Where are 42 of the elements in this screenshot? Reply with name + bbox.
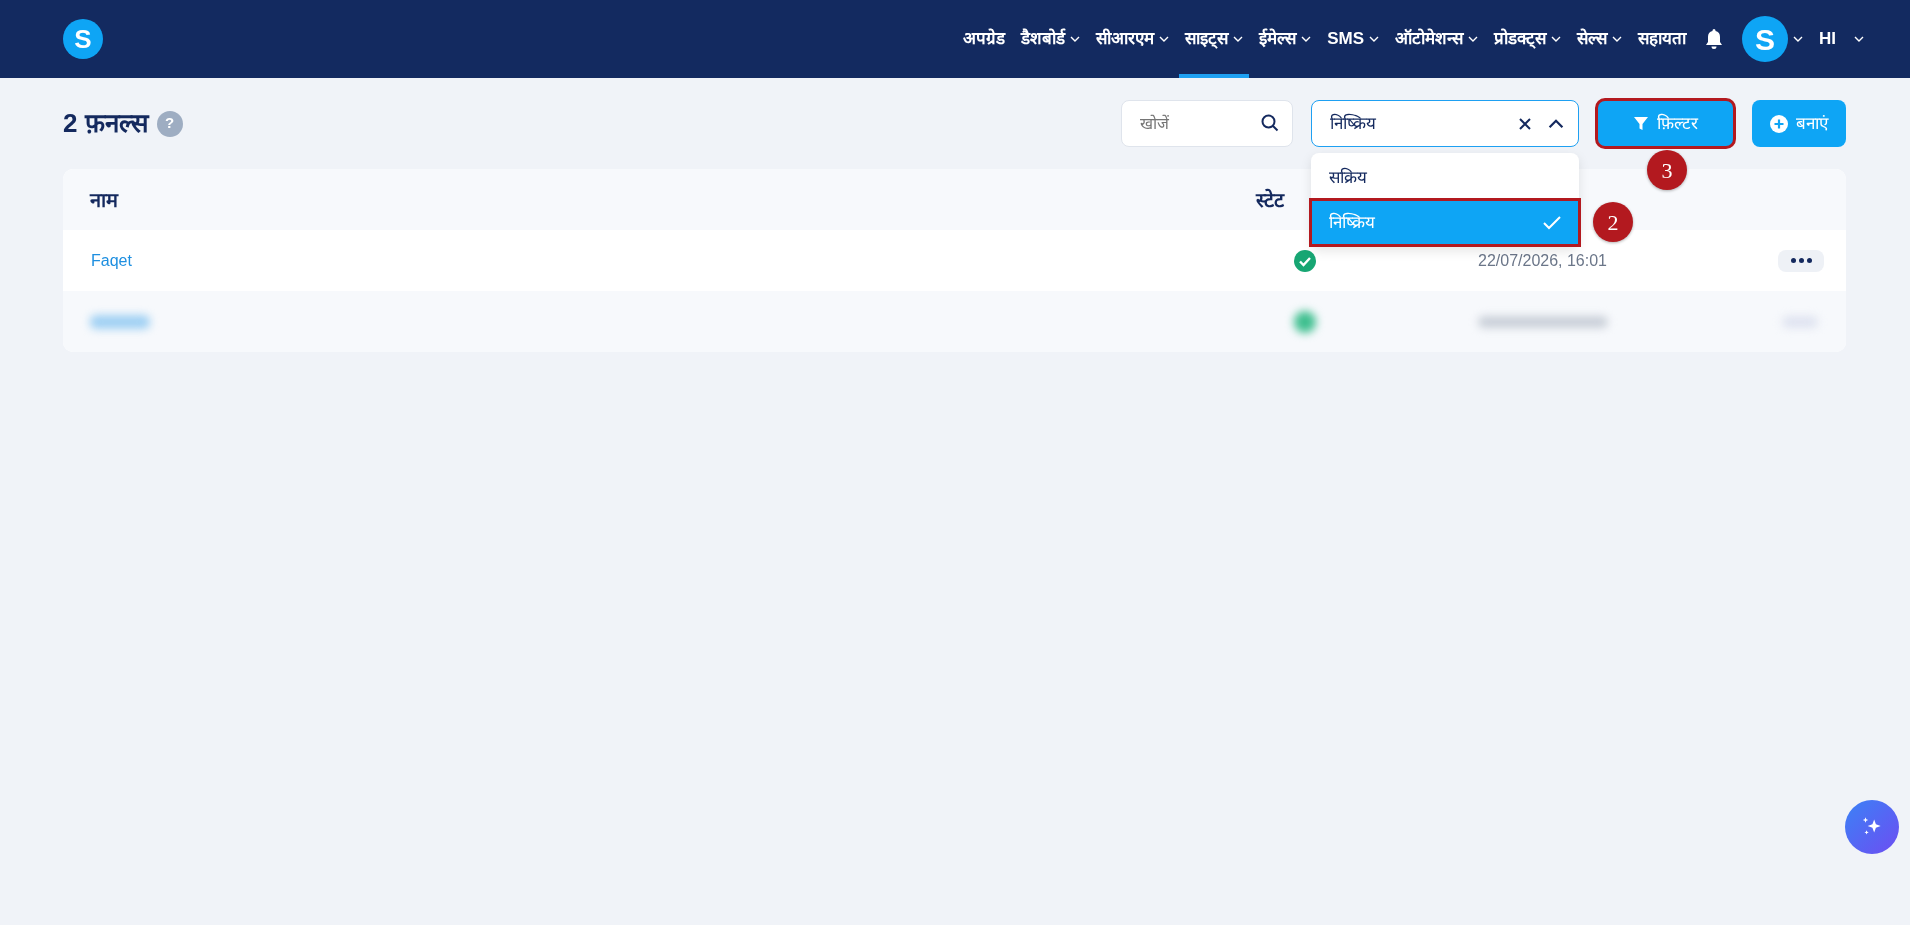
nav-item[interactable]: साइट्स: [1179, 0, 1250, 78]
nav-item[interactable]: ईमेल्स: [1253, 0, 1318, 78]
avatar: S: [1742, 16, 1788, 62]
chevron-down-icon: [1468, 34, 1478, 44]
chevron-down-icon: [1369, 34, 1379, 44]
more-options-button[interactable]: [1778, 249, 1824, 272]
column-header: स्टेट: [1256, 188, 1284, 211]
status-select[interactable]: निष्क्रिय: [1311, 100, 1579, 147]
nav-item[interactable]: सीआरएम: [1090, 0, 1176, 78]
nav-item[interactable]: SMS: [1321, 0, 1385, 78]
search-field[interactable]: खोजें: [1121, 100, 1293, 147]
date-text: 22/07/2026, 16:01: [1478, 251, 1607, 269]
dropdown-option[interactable]: सक्रिय: [1311, 155, 1579, 200]
nav-item[interactable]: सहायता: [1632, 0, 1692, 78]
nav-item[interactable]: प्रोडक्ट्स: [1488, 0, 1567, 78]
filter-icon: [1633, 115, 1649, 132]
chevron-down-icon: [1612, 34, 1622, 44]
nav-item[interactable]: अपग्रेड: [957, 0, 1012, 78]
chevron-down-icon: [1854, 34, 1864, 44]
funnel-name-link[interactable]: Faqet: [91, 251, 132, 269]
annotation-marker: 3: [1647, 150, 1687, 190]
column-header: नाम: [88, 188, 118, 211]
chevron-down-icon: [1233, 34, 1244, 44]
chevron-down-icon: [1159, 34, 1170, 44]
blurred-status: [1294, 310, 1316, 333]
nav-item[interactable]: डैशबोर्ड: [1015, 0, 1087, 78]
ai-assistant-button[interactable]: [1845, 800, 1899, 854]
chevron-down-icon: [1793, 34, 1803, 44]
plus-circle-icon: [1770, 114, 1788, 133]
bell-icon[interactable]: [1704, 28, 1724, 50]
clear-icon[interactable]: [1518, 116, 1532, 131]
language-selector[interactable]: HI: [1813, 0, 1870, 78]
select-value: निष्क्रिय: [1330, 112, 1377, 135]
nav-item[interactable]: सेल्स: [1571, 0, 1628, 78]
page-title: 2 फ़नल्स: [63, 107, 149, 140]
search-icon[interactable]: [1261, 114, 1279, 132]
chevron-down-icon: [1070, 34, 1081, 44]
chevron-down-icon: [1551, 34, 1561, 44]
blurred-text: [90, 314, 150, 329]
nav-item[interactable]: ऑटोमेशन्स: [1389, 0, 1484, 78]
check-icon: [1543, 215, 1561, 230]
chevron-down-icon: [1301, 34, 1312, 44]
